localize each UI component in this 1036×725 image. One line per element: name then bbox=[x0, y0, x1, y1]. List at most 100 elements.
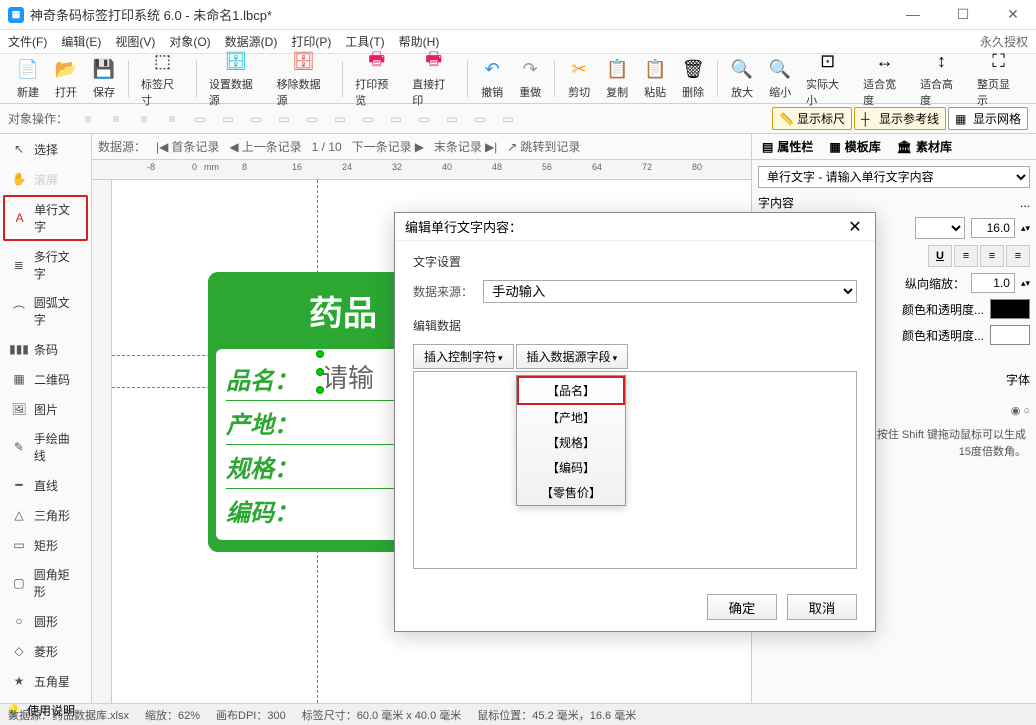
actualsize-button[interactable]: ⊡实际大小 bbox=[800, 48, 855, 110]
cancel-button[interactable]: 取消 bbox=[787, 594, 857, 620]
align-icon10[interactable]: ▭ bbox=[442, 109, 462, 129]
tab-templates[interactable]: ▦模板库 bbox=[829, 138, 880, 155]
freehand-tool[interactable]: ✎手绘曲线 bbox=[3, 425, 88, 469]
fitheight-button[interactable]: ↕适合高度 bbox=[914, 48, 969, 110]
next-record-button[interactable]: 下一条记录▶ bbox=[352, 138, 424, 155]
align-icon5[interactable]: ▭ bbox=[302, 109, 322, 129]
align-icon2[interactable]: ▭ bbox=[218, 109, 238, 129]
align-icon11[interactable]: ▭ bbox=[470, 109, 490, 129]
pan-tool[interactable]: ✋滚屏 bbox=[3, 165, 88, 193]
underline-button[interactable]: U bbox=[928, 245, 952, 267]
jump-record-button[interactable]: ↗跳转到记录 bbox=[507, 138, 580, 155]
minimize-button[interactable]: — bbox=[898, 6, 928, 23]
multitext-tool[interactable]: ≣多行文字 bbox=[3, 243, 88, 287]
color2-swatch[interactable] bbox=[990, 325, 1030, 345]
align-right-button[interactable]: ≡ bbox=[1006, 245, 1030, 267]
selection-handle[interactable] bbox=[316, 350, 324, 358]
scale-spinner[interactable]: ▴▾ bbox=[1021, 278, 1030, 289]
singletext-tool[interactable]: A单行文字 bbox=[3, 195, 88, 241]
barcode-tool[interactable]: ▮▮▮条码 bbox=[3, 335, 88, 363]
diamond-tool[interactable]: ◇菱形 bbox=[3, 637, 88, 665]
object-selector[interactable]: 单行文字 - 请输入单行文字内容 bbox=[758, 166, 1030, 188]
menu-file[interactable]: 文件(F) bbox=[8, 33, 47, 50]
align-icon8[interactable]: ▭ bbox=[386, 109, 406, 129]
arctext-tool[interactable]: ⌒圆弧文字 bbox=[3, 289, 88, 333]
close-button[interactable]: ✕ bbox=[998, 6, 1028, 23]
layer-icon4[interactable]: ≡ bbox=[162, 109, 182, 129]
align-icon4[interactable]: ▭ bbox=[274, 109, 294, 129]
setds-button[interactable]: 🗄设置数据源 bbox=[203, 48, 269, 110]
show-grid-toggle[interactable]: ▦显示网格 bbox=[948, 107, 1028, 130]
star-tool[interactable]: ★五角星 bbox=[3, 667, 88, 695]
fitwidth-button[interactable]: ↔适合宽度 bbox=[857, 48, 912, 110]
tab-properties[interactable]: ▤属性栏 bbox=[762, 138, 813, 155]
preview-button[interactable]: 🖶打印预览 bbox=[349, 48, 404, 110]
new-button[interactable]: 📄新建 bbox=[10, 56, 46, 102]
dialog-close-button[interactable]: ✕ bbox=[845, 217, 865, 237]
selection-handle[interactable] bbox=[316, 386, 324, 394]
triangle-tool[interactable]: △三角形 bbox=[3, 501, 88, 529]
layer-icon[interactable]: ≡ bbox=[78, 109, 98, 129]
text-placeholder[interactable]: 请输 bbox=[322, 358, 374, 395]
align-icon9[interactable]: ▭ bbox=[414, 109, 434, 129]
cut-button[interactable]: ✂剪切 bbox=[561, 56, 597, 102]
selection-handle[interactable] bbox=[316, 368, 324, 376]
fontsize-spinner[interactable]: ▴▾ bbox=[1021, 223, 1030, 234]
show-guide-toggle[interactable]: ┼显示参考线 bbox=[854, 107, 946, 130]
open-button[interactable]: 📂打开 bbox=[48, 56, 84, 102]
delete-button[interactable]: 🗑删除 bbox=[675, 56, 711, 102]
ok-button[interactable]: 确定 bbox=[707, 594, 777, 620]
color2-button[interactable]: 颜色和透明度... bbox=[902, 327, 984, 344]
dropdown-item[interactable]: 【品名】 bbox=[517, 376, 625, 405]
layer-icon2[interactable]: ≡ bbox=[106, 109, 126, 129]
text-content-input[interactable] bbox=[413, 371, 857, 569]
font-select[interactable] bbox=[915, 217, 965, 239]
removeds-button[interactable]: 🗄移除数据源 bbox=[271, 48, 337, 110]
align-icon1[interactable]: ▭ bbox=[190, 109, 210, 129]
layer-icon3[interactable]: ≡ bbox=[134, 109, 154, 129]
align-left-button[interactable]: ≡ bbox=[954, 245, 978, 267]
circle-tool[interactable]: ○圆形 bbox=[3, 607, 88, 635]
last-record-button[interactable]: 末条记录▶| bbox=[434, 138, 497, 155]
datasource-select[interactable]: 手动输入 bbox=[483, 280, 857, 303]
insert-control-char-button[interactable]: 插入控制字符▾ bbox=[413, 344, 514, 369]
zoomout-button[interactable]: 🔍缩小 bbox=[762, 56, 798, 102]
labelsize-button[interactable]: ⬚标签尺寸 bbox=[135, 48, 190, 110]
color1-button[interactable]: 颜色和透明度... bbox=[902, 301, 984, 318]
tab-materials[interactable]: 🏛素材库 bbox=[897, 138, 952, 155]
rect-tool[interactable]: ▭矩形 bbox=[3, 531, 88, 559]
fontsize-input[interactable] bbox=[971, 218, 1015, 238]
color1-swatch[interactable] bbox=[990, 299, 1030, 319]
insert-field-button[interactable]: 插入数据源字段▾ bbox=[516, 344, 629, 369]
maximize-button[interactable]: ☐ bbox=[948, 6, 978, 23]
select-tool[interactable]: ↖选择 bbox=[3, 135, 88, 163]
ruler-vertical bbox=[92, 180, 112, 703]
align-icon6[interactable]: ▭ bbox=[330, 109, 350, 129]
prev-record-button[interactable]: ◀上一条记录 bbox=[229, 138, 301, 155]
save-button[interactable]: 💾保存 bbox=[86, 56, 122, 102]
roundrect-tool[interactable]: ▢圆角矩形 bbox=[3, 561, 88, 605]
scale-input[interactable] bbox=[971, 273, 1015, 293]
image-tool[interactable]: 🖼图片 bbox=[3, 395, 88, 423]
printdirect-button[interactable]: 🖶直接打印 bbox=[406, 48, 461, 110]
dropdown-item[interactable]: 【零售价】 bbox=[517, 480, 625, 505]
copy-button[interactable]: 📋复制 bbox=[599, 56, 635, 102]
fullpage-button[interactable]: ⛶整页显示 bbox=[971, 48, 1026, 110]
dropdown-item[interactable]: 【产地】 bbox=[517, 405, 625, 430]
menu-edit[interactable]: 编辑(E) bbox=[61, 33, 101, 50]
first-record-button[interactable]: |◀首条记录 bbox=[156, 138, 219, 155]
show-ruler-toggle[interactable]: 📏显示标尺 bbox=[772, 107, 852, 130]
align-center-button[interactable]: ≡ bbox=[980, 245, 1004, 267]
align-icon7[interactable]: ▭ bbox=[358, 109, 378, 129]
align-icon3[interactable]: ▭ bbox=[246, 109, 266, 129]
zoomin-button[interactable]: 🔍放大 bbox=[724, 56, 760, 102]
dropdown-item[interactable]: 【规格】 bbox=[517, 430, 625, 455]
undo-button[interactable]: ↶撤销 bbox=[474, 56, 510, 102]
paste-button[interactable]: 📋粘贴 bbox=[637, 56, 673, 102]
redo-button[interactable]: ↷重做 bbox=[512, 56, 548, 102]
qrcode-tool[interactable]: ▦二维码 bbox=[3, 365, 88, 393]
content-more[interactable]: ... bbox=[1020, 196, 1030, 210]
line-tool[interactable]: ━直线 bbox=[3, 471, 88, 499]
align-icon12[interactable]: ▭ bbox=[498, 109, 518, 129]
dropdown-item[interactable]: 【编码】 bbox=[517, 455, 625, 480]
